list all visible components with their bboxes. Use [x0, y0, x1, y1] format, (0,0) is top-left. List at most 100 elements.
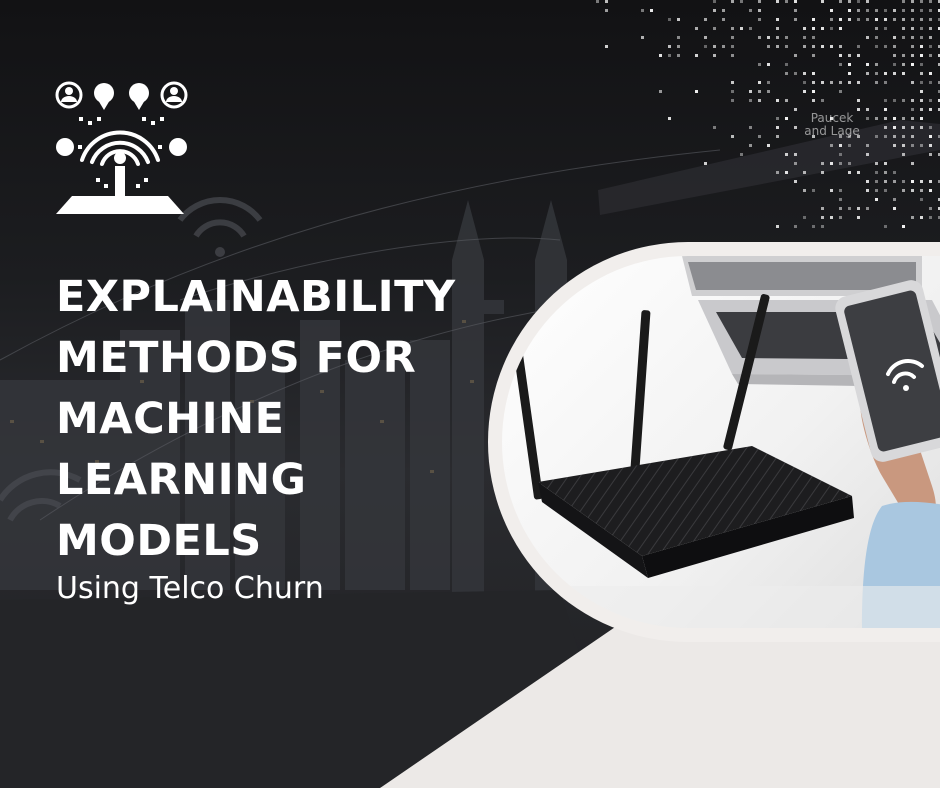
- pattern-dot: [785, 0, 788, 3]
- pattern-dot: [929, 0, 932, 3]
- pattern-dot: [749, 27, 752, 30]
- pattern-dot: [803, 216, 806, 219]
- pattern-dot: [929, 72, 932, 75]
- pattern-dot: [920, 72, 923, 75]
- pattern-dot: [749, 126, 752, 129]
- pattern-dot: [920, 99, 923, 102]
- pattern-dot: [857, 99, 860, 102]
- pattern-dot: [902, 72, 905, 75]
- pattern-dot: [884, 81, 887, 84]
- pattern-dot: [893, 171, 896, 174]
- pattern-dot: [803, 45, 806, 48]
- pattern-dot: [830, 18, 833, 21]
- pattern-dot: [731, 81, 734, 84]
- pattern-dot: [875, 72, 878, 75]
- pattern-dot: [866, 180, 869, 183]
- pattern-dot: [839, 207, 842, 210]
- pattern-dot: [902, 36, 905, 39]
- headline-line: MODELS: [56, 516, 262, 566]
- router-scene: [502, 256, 940, 628]
- pattern-dot: [776, 18, 779, 21]
- pattern-dot: [731, 36, 734, 39]
- pattern-dot: [875, 45, 878, 48]
- pattern-dot: [812, 81, 815, 84]
- pattern-dot: [668, 54, 671, 57]
- pattern-dot: [758, 0, 761, 3]
- pattern-dot: [794, 162, 797, 165]
- pattern-dot: [866, 207, 869, 210]
- pattern-dot: [920, 189, 923, 192]
- subtitle: Using Telco Churn: [56, 571, 324, 606]
- pattern-dot: [605, 9, 608, 12]
- pattern-dot: [929, 18, 932, 21]
- pattern-dot: [785, 45, 788, 48]
- pattern-dot: [839, 189, 842, 192]
- pattern-dot: [794, 180, 797, 183]
- pattern-dot: [875, 162, 878, 165]
- pattern-dot: [830, 45, 833, 48]
- pattern-dot: [785, 72, 788, 75]
- pattern-dot: [875, 18, 878, 21]
- pattern-dot: [866, 0, 869, 3]
- pattern-dot: [911, 9, 914, 12]
- pattern-dot: [911, 36, 914, 39]
- pattern-dot: [920, 45, 923, 48]
- pattern-dot: [776, 126, 779, 129]
- pattern-dot: [794, 9, 797, 12]
- pattern-dot: [839, 81, 842, 84]
- pattern-dot: [848, 72, 851, 75]
- pattern-dot: [821, 216, 824, 219]
- pattern-dot: [857, 18, 860, 21]
- pattern-dot: [911, 117, 914, 120]
- pattern-dot: [776, 99, 779, 102]
- pattern-dot: [902, 135, 905, 138]
- pattern-dot: [929, 54, 932, 57]
- pattern-dot: [866, 9, 869, 12]
- pattern-dot: [884, 180, 887, 183]
- pattern-dot: [767, 45, 770, 48]
- pattern-dot: [839, 63, 842, 66]
- pattern-dot: [839, 45, 842, 48]
- pattern-dot: [911, 27, 914, 30]
- pattern-dot: [758, 135, 761, 138]
- pattern-dot: [668, 117, 671, 120]
- pattern-dot: [848, 162, 851, 165]
- pattern-dot: [857, 45, 860, 48]
- pattern-dot: [731, 135, 734, 138]
- pattern-dot: [866, 144, 869, 147]
- pattern-dot: [677, 54, 680, 57]
- pattern-dot: [830, 162, 833, 165]
- pattern-dot: [848, 144, 851, 147]
- pattern-dot: [605, 0, 608, 3]
- pattern-dot: [929, 99, 932, 102]
- pattern-dot: [830, 189, 833, 192]
- pattern-dot: [803, 81, 806, 84]
- pattern-dot: [893, 126, 896, 129]
- pattern-dot: [911, 81, 914, 84]
- pattern-dot: [695, 54, 698, 57]
- pattern-dot: [650, 9, 653, 12]
- pattern-dot: [677, 45, 680, 48]
- pattern-dot: [884, 9, 887, 12]
- pattern-dot: [794, 108, 797, 111]
- pattern-dot: [902, 189, 905, 192]
- pattern-dot: [893, 135, 896, 138]
- pattern-dot: [785, 63, 788, 66]
- pattern-dot: [839, 27, 842, 30]
- pattern-dot: [848, 171, 851, 174]
- pattern-dot: [740, 0, 743, 3]
- pattern-dot: [920, 63, 923, 66]
- pattern-dot: [920, 18, 923, 21]
- pattern-dot: [749, 144, 752, 147]
- pattern-dot: [911, 99, 914, 102]
- pattern-dot: [875, 27, 878, 30]
- pattern-dot: [929, 81, 932, 84]
- pattern-dot: [911, 162, 914, 165]
- pattern-dot: [812, 72, 815, 75]
- headline: EXPLAINABILITY METHODS FOR MACHINE LEARN…: [56, 267, 496, 572]
- pattern-dot: [731, 45, 734, 48]
- pattern-dot: [713, 9, 716, 12]
- pattern-dot: [767, 90, 770, 93]
- pattern-dot: [713, 0, 716, 3]
- pattern-dot: [866, 36, 869, 39]
